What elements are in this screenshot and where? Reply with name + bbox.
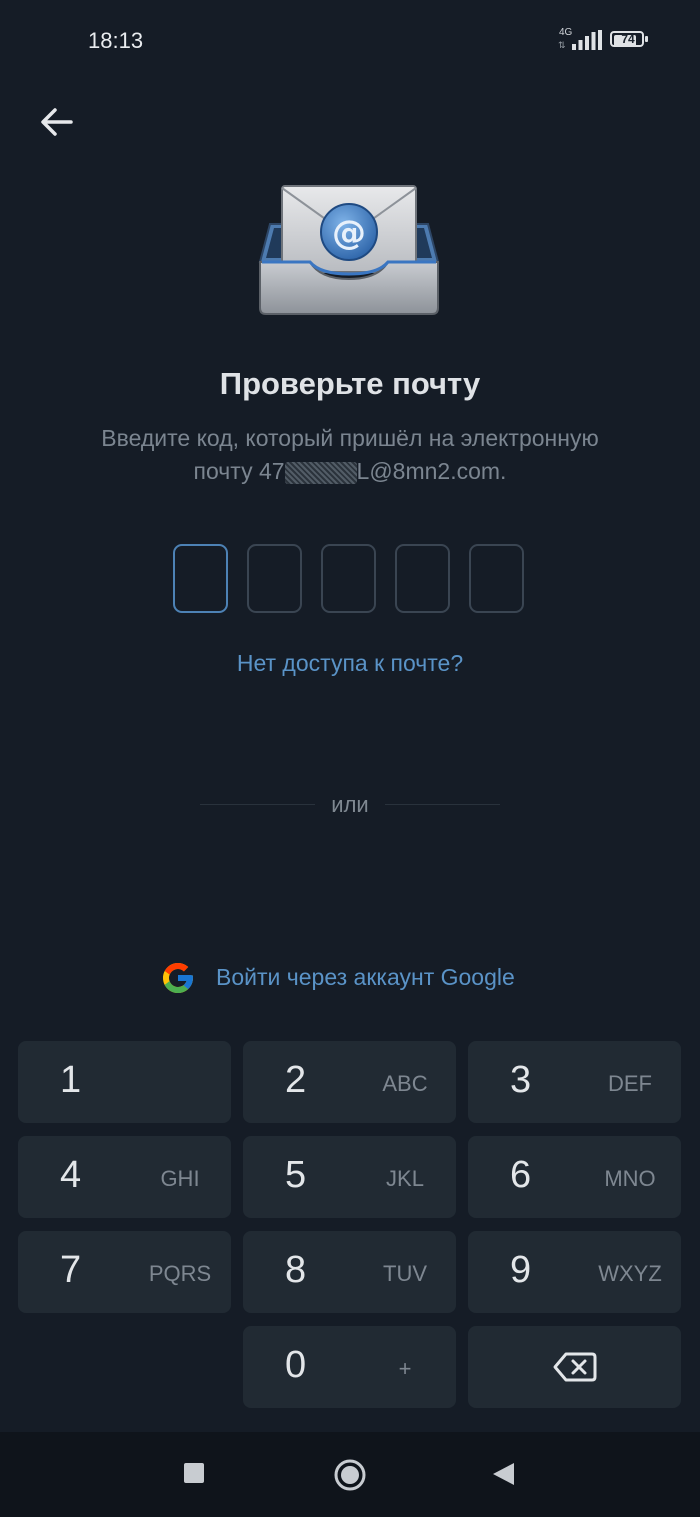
instruction-text: Введите код, который пришёл на электронн… <box>60 422 640 488</box>
key-letters: JKL <box>386 1166 424 1191</box>
back-button[interactable] <box>34 100 82 144</box>
key-digit: 0 <box>285 1344 307 1386</box>
google-icon <box>163 963 193 993</box>
numeric-keypad: 1 2 ABC 3 DEF 4 GHI 5 JKL 6 MNO 7 PQRS 8… <box>0 1030 700 1430</box>
battery-level: 74 <box>621 32 635 46</box>
system-nav-bar <box>0 1432 700 1517</box>
key-letters: WXYZ <box>598 1261 662 1286</box>
backspace-button[interactable] <box>468 1326 681 1408</box>
code-cell[interactable] <box>321 544 376 613</box>
key-9[interactable]: 9 WXYZ <box>468 1231 681 1313</box>
key-1[interactable]: 1 <box>18 1041 231 1123</box>
key-0[interactable]: 0 + <box>243 1326 456 1408</box>
backspace-icon <box>553 1352 597 1382</box>
key-digit: 6 <box>510 1154 532 1196</box>
network-type: 4G <box>559 27 573 38</box>
key-6[interactable]: 6 MNO <box>468 1136 681 1218</box>
key-3[interactable]: 3 DEF <box>468 1041 681 1123</box>
key-5[interactable]: 5 JKL <box>243 1136 456 1218</box>
code-input[interactable] <box>173 544 527 616</box>
arrow-left-icon <box>41 108 73 136</box>
key-digit: 1 <box>60 1059 82 1101</box>
back-triangle-icon[interactable] <box>490 1461 516 1487</box>
svg-text:@: @ <box>332 213 366 253</box>
recent-apps-icon[interactable] <box>183 1462 205 1484</box>
divider-right <box>385 804 500 805</box>
key-digit: 3 <box>510 1059 532 1101</box>
key-digit: 5 <box>285 1154 307 1196</box>
instruction-line-1: Введите код, который пришёл на электронн… <box>101 425 599 451</box>
email-inbox-icon: @ <box>258 185 440 315</box>
key-8[interactable]: 8 TUV <box>243 1231 456 1313</box>
key-letters: PQRS <box>148 1261 212 1286</box>
key-7[interactable]: 7 PQRS <box>18 1231 231 1313</box>
instruction-line-2-prefix: почту 47 <box>193 458 285 484</box>
redacted-email-part <box>284 461 357 484</box>
key-digit: 9 <box>510 1249 532 1291</box>
status-time: 18:13 <box>88 28 144 53</box>
google-signin-label: Войти через аккаунт Google <box>216 964 515 990</box>
code-cell[interactable] <box>173 544 228 613</box>
key-digit: 2 <box>285 1059 307 1101</box>
status-bar: 18:13 4G ⇅ 74 <box>0 0 700 80</box>
key-letters: ABC <box>382 1071 428 1096</box>
or-label: или <box>331 792 369 817</box>
key-letters: MNO <box>604 1166 656 1191</box>
key-digit: 7 <box>60 1249 82 1291</box>
key-letters: + <box>398 1356 412 1381</box>
key-letters: DEF <box>608 1071 652 1096</box>
key-letters: GHI <box>160 1166 200 1191</box>
key-digit: 4 <box>60 1154 82 1196</box>
key-letters: TUV <box>383 1261 427 1286</box>
battery-icon: 74 <box>610 31 652 49</box>
page-title: Проверьте почту <box>219 366 481 401</box>
key-digit: 8 <box>285 1249 307 1291</box>
code-cell[interactable] <box>247 544 302 613</box>
key-2[interactable]: 2 ABC <box>243 1041 456 1123</box>
code-cell[interactable] <box>469 544 524 613</box>
instruction-line-2-suffix: L@8mn2.com. <box>356 458 507 484</box>
no-email-access-link[interactable]: Нет доступа к почте? <box>0 650 700 677</box>
home-icon[interactable] <box>333 1458 367 1492</box>
signal-icon <box>572 30 602 50</box>
code-cell[interactable] <box>395 544 450 613</box>
data-activity-icon: ⇅ <box>558 40 566 50</box>
key-4[interactable]: 4 GHI <box>18 1136 231 1218</box>
